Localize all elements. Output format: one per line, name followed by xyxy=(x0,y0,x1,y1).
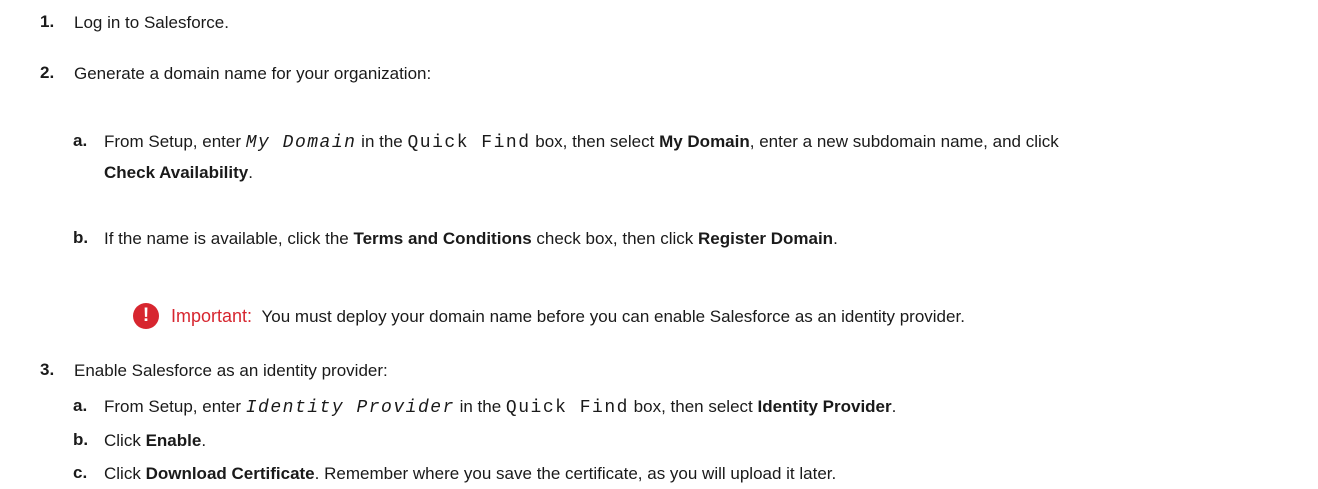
ui-label: Enable xyxy=(145,431,202,450)
note-text: You must deploy your domain name before … xyxy=(261,307,965,326)
step-number: 3. xyxy=(40,360,55,379)
ui-label: My Domain xyxy=(659,132,750,151)
important-icon: ! xyxy=(133,303,159,329)
step-text: Enable Salesforce as an identity provide… xyxy=(74,361,388,380)
substep-text: From Setup, enter My Domain in the Quick… xyxy=(104,132,1059,153)
ui-label: Download Certificate xyxy=(145,464,315,483)
code-text: My Domain xyxy=(245,133,357,153)
substep-text: Click Download Certificate. Remember whe… xyxy=(104,464,837,483)
note-label: Important: xyxy=(171,306,253,326)
substep-letter: b. xyxy=(73,228,89,247)
ui-label: Check Availability xyxy=(104,163,249,182)
ui-label: Register Domain xyxy=(697,229,834,248)
substep-text-continued: Check Availability. xyxy=(104,163,253,182)
important-note: Important: You must deploy your domain n… xyxy=(171,305,965,328)
code-text: Identity Provider xyxy=(245,398,455,418)
substep-text: If the name is available, click the Term… xyxy=(104,229,838,248)
step-text: Generate a domain name for your organiza… xyxy=(74,64,432,83)
step-text: Log in to Salesforce. xyxy=(74,13,229,32)
step-number: 1. xyxy=(40,12,55,31)
ui-label: Identity Provider xyxy=(757,397,892,416)
code-text: Quick Find xyxy=(407,133,531,153)
ui-label: Terms and Conditions xyxy=(353,229,532,248)
substep-letter: a. xyxy=(73,131,88,150)
substep-text: From Setup, enter Identity Provider in t… xyxy=(104,397,897,418)
substep-letter: a. xyxy=(73,396,88,415)
code-text: Quick Find xyxy=(505,398,629,418)
substep-letter: b. xyxy=(73,430,89,449)
substep-text: Click Enable. xyxy=(104,431,207,450)
substep-letter: c. xyxy=(73,463,88,482)
step-number: 2. xyxy=(40,63,55,82)
